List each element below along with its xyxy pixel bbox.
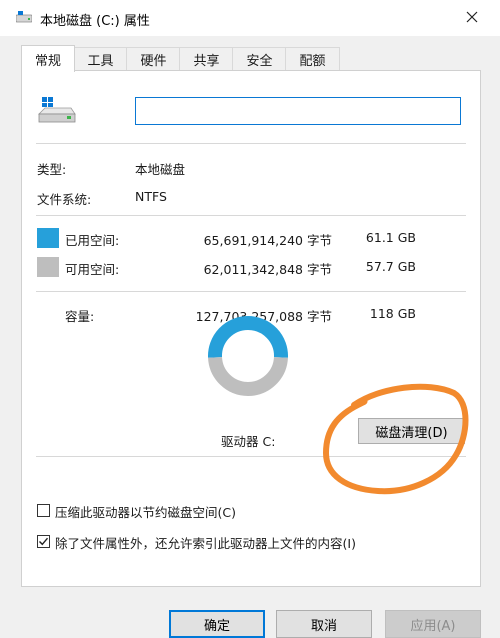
separator	[36, 456, 466, 457]
free-space-label: 可用空间:	[65, 262, 120, 277]
cancel-button[interactable]: 取消	[276, 610, 372, 638]
drive-icon	[16, 11, 32, 23]
disk-cleanup-button[interactable]: 磁盘清理(D)	[358, 418, 465, 444]
free-space-slice	[208, 356, 288, 396]
window-title: 本地磁盘 (C:) 属性	[40, 14, 150, 29]
general-panel: 类型: 本地磁盘 文件系统: NTFS 已用空间: 65,691,914,240…	[21, 70, 481, 587]
tab-general[interactable]: 常规	[21, 45, 75, 72]
compress-checkbox[interactable]	[37, 504, 50, 517]
tab-quota[interactable]: 配额	[285, 47, 340, 70]
hard-drive-icon	[38, 97, 76, 123]
free-space-size: 57.7 GB	[365, 259, 416, 274]
separator	[36, 291, 466, 292]
close-icon	[466, 11, 478, 23]
separator	[36, 215, 466, 216]
ok-button[interactable]: 确定	[169, 610, 265, 638]
title-bar: 本地磁盘 (C:) 属性	[0, 0, 500, 36]
used-space-swatch	[37, 228, 59, 248]
free-space-swatch	[37, 257, 59, 277]
drive-name-input[interactable]	[135, 97, 461, 125]
tab-tools[interactable]: 工具	[73, 47, 128, 70]
checkmark-icon	[39, 537, 49, 546]
filesystem-label: 文件系统:	[37, 192, 92, 207]
index-label[interactable]: 除了文件属性外，还允许索引此驱动器上文件的内容(I)	[55, 533, 356, 552]
used-space-label: 已用空间:	[65, 233, 120, 248]
disk-usage-chart	[208, 316, 288, 396]
close-button[interactable]	[452, 0, 492, 34]
used-space-size: 61.1 GB	[365, 230, 416, 245]
tab-hardware[interactable]: 硬件	[126, 47, 181, 70]
capacity-size: 118 GB	[369, 306, 416, 321]
index-checkbox[interactable]	[37, 535, 50, 548]
capacity-label: 容量:	[65, 309, 95, 324]
type-label: 类型:	[37, 162, 67, 177]
compress-label[interactable]: 压缩此驱动器以节约磁盘空间(C)	[55, 502, 236, 521]
filesystem-value: NTFS	[135, 189, 167, 204]
drive-letter-label: 驱动器 C:	[221, 434, 276, 449]
apply-button[interactable]: 应用(A)	[385, 610, 481, 638]
tab-security[interactable]: 安全	[232, 47, 287, 70]
used-space-bytes: 65,691,914,240 字节	[203, 233, 332, 248]
tab-sharing[interactable]: 共享	[179, 47, 234, 70]
separator	[36, 143, 466, 144]
used-space-slice	[208, 316, 288, 358]
type-value: 本地磁盘	[135, 162, 186, 177]
free-space-bytes: 62,011,342,848 字节	[203, 262, 332, 277]
